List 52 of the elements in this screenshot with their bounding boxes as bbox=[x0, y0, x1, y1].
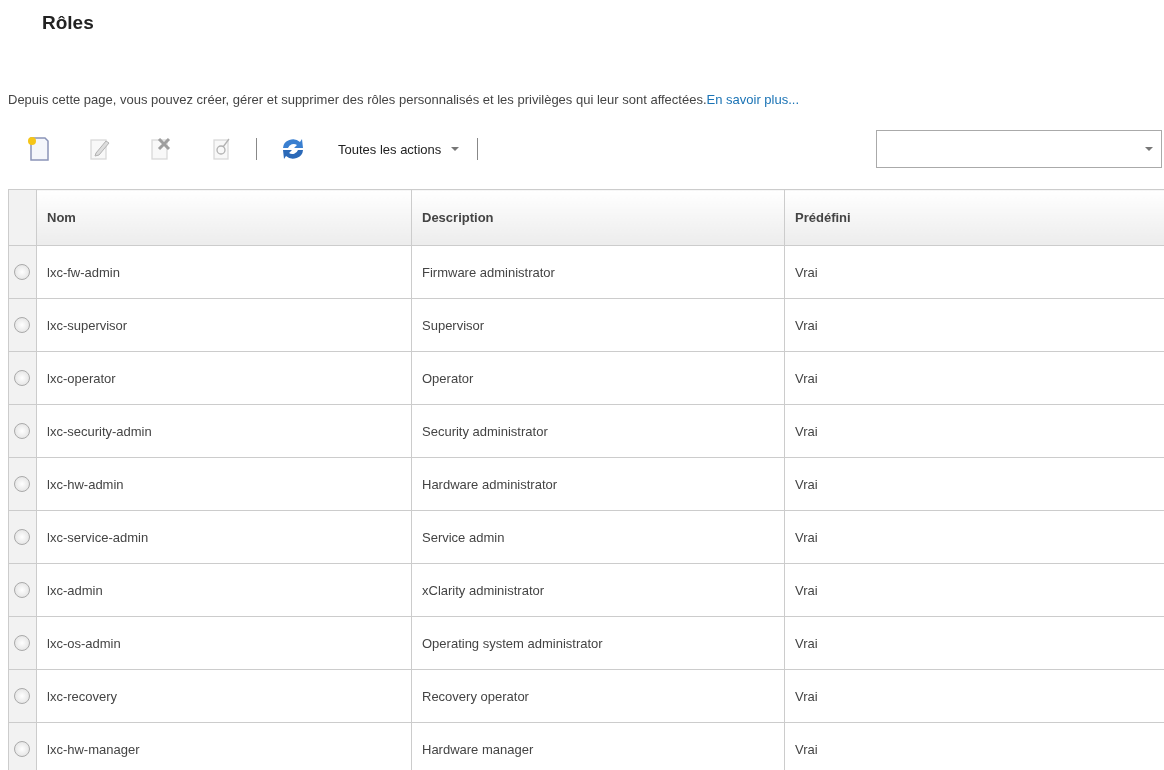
radio-button[interactable] bbox=[14, 529, 30, 545]
table-cell: Vrai bbox=[795, 317, 818, 333]
table-cell: Firmware administrator bbox=[422, 264, 555, 280]
table-cell: lxc-hw-manager bbox=[47, 741, 140, 757]
radio-button[interactable] bbox=[14, 741, 30, 757]
caret-icon bbox=[451, 147, 460, 151]
table-cell: Operating system administrator bbox=[422, 635, 603, 651]
actions-dropdown[interactable]: Toutes les actions bbox=[324, 141, 474, 157]
table-cell: lxc-security-admin bbox=[47, 423, 152, 439]
table-cell: Vrai bbox=[795, 635, 818, 651]
table-cell: Vrai bbox=[795, 688, 818, 704]
table-cell: lxc-fw-admin bbox=[47, 264, 120, 280]
table-cell: lxc-hw-admin bbox=[47, 476, 124, 492]
radio-button[interactable] bbox=[14, 635, 30, 651]
table-cell: Service admin bbox=[422, 529, 505, 545]
table-cell: lxc-admin bbox=[47, 582, 103, 598]
table-cell: Vrai bbox=[795, 529, 818, 545]
caret-icon bbox=[1145, 147, 1153, 151]
table-cell: Hardware manager bbox=[422, 741, 534, 757]
table-cell: Recovery operator bbox=[422, 688, 529, 704]
table-cell: Operator bbox=[422, 370, 474, 386]
table-cell: lxc-recovery bbox=[47, 688, 118, 704]
table-cell: lxc-service-admin bbox=[47, 529, 149, 545]
table-cell: Vrai bbox=[795, 370, 818, 386]
table-cell: lxc-supervisor bbox=[47, 317, 128, 333]
create-button[interactable] bbox=[26, 135, 52, 163]
page-title: Rôles bbox=[41, 11, 95, 35]
radio-button[interactable] bbox=[14, 423, 30, 439]
table-cell: lxc-os-admin bbox=[47, 635, 121, 651]
table-cell: xClarity administrator bbox=[422, 582, 545, 598]
radio-button[interactable] bbox=[14, 688, 30, 704]
column-header[interactable]: Prédéfini bbox=[795, 210, 851, 225]
filter-dropdown[interactable] bbox=[876, 130, 1162, 168]
table-cell: lxc-operator bbox=[47, 370, 116, 386]
table-cell: Vrai bbox=[795, 582, 818, 598]
radio-button[interactable] bbox=[14, 582, 30, 598]
table-cell: Security administrator bbox=[422, 423, 548, 439]
table-cell: Vrai bbox=[795, 264, 818, 280]
radio-button[interactable] bbox=[14, 264, 30, 280]
new-document-icon bbox=[26, 135, 52, 163]
radio-button[interactable] bbox=[14, 317, 30, 333]
radio-button[interactable] bbox=[14, 370, 30, 386]
table-cell: Hardware administrator bbox=[422, 476, 558, 492]
table-cell: Vrai bbox=[795, 423, 818, 439]
table-cell: Supervisor bbox=[422, 317, 485, 333]
radio-button[interactable] bbox=[14, 476, 30, 492]
table-cell: Vrai bbox=[795, 476, 818, 492]
table-cell: Vrai bbox=[795, 741, 818, 757]
column-header[interactable]: Nom bbox=[47, 210, 76, 225]
learn-more-link[interactable]: En savoir plus... bbox=[706, 92, 800, 107]
page-description: Depuis cette page, vous pouvez créer, gérer et supprimer des rôles personnalisés et les privilèges qui leur sont affectées.En savoir plus... bbox=[8, 92, 801, 108]
column-header[interactable]: Description bbox=[422, 210, 494, 225]
